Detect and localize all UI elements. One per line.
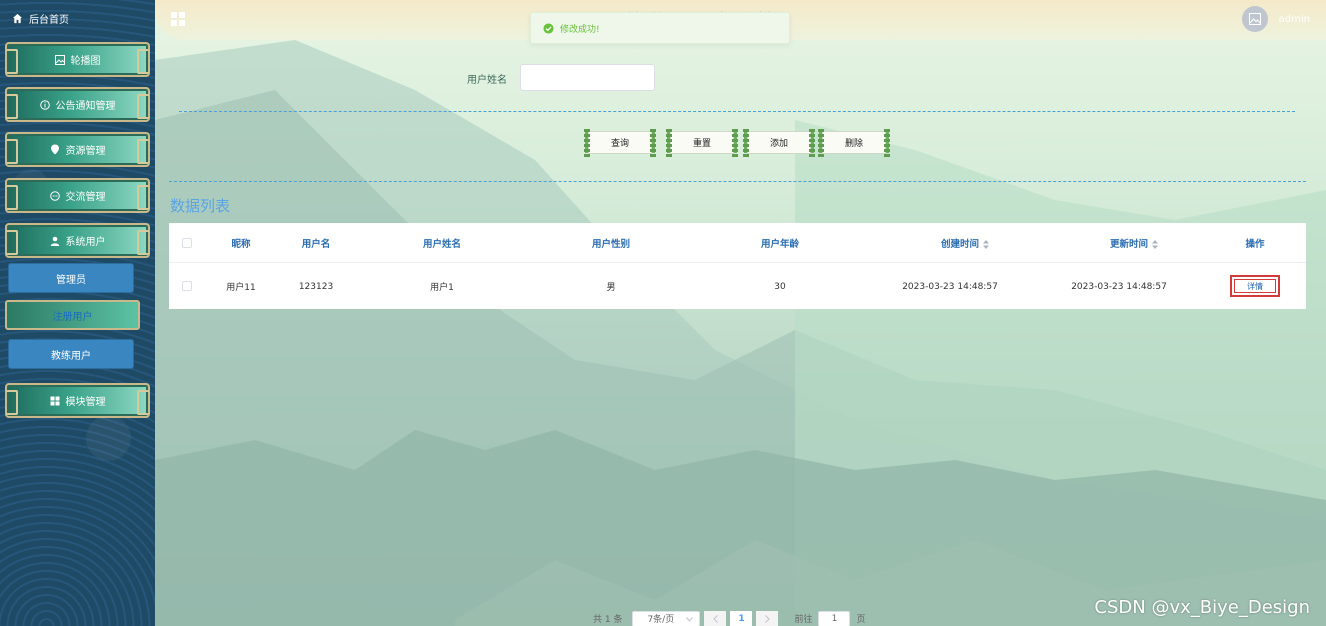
menu-exchange[interactable]: 交流管理 (5, 178, 150, 213)
home-link[interactable]: 后台首页 (12, 10, 69, 26)
search-label: 用户姓名 (467, 75, 507, 86)
sort-icon[interactable] (983, 239, 990, 249)
submenu-registered-users[interactable]: 注册用户 (5, 300, 140, 330)
cell-nickname: 用户11 (226, 283, 256, 293)
query-button[interactable]: 查询 (584, 129, 656, 157)
menu-resources[interactable]: 资源管理 (5, 132, 150, 167)
cell-username: 123123 (298, 281, 334, 292)
column-header: 用户名 (301, 238, 331, 250)
check-circle-icon (543, 22, 554, 34)
submenu-coach-users[interactable]: 教练用户 (8, 339, 134, 369)
row-checkbox[interactable] (182, 281, 192, 291)
mountain-background (155, 40, 1326, 626)
column-header-label: 更新时间 (1110, 238, 1149, 250)
prev-page-button[interactable] (704, 610, 727, 626)
current-page[interactable]: 1 (730, 610, 753, 626)
reset-button[interactable]: 重置 (666, 129, 738, 157)
goto-page-input[interactable]: 1 (818, 610, 851, 626)
search-input[interactable] (520, 64, 655, 91)
submenu-label: 注册用户 (52, 311, 93, 323)
menu-label: 轮播图 (70, 56, 101, 67)
home-icon (12, 13, 23, 23)
avatar[interactable] (1242, 6, 1268, 32)
total-count: 共 1 条 (593, 615, 623, 625)
location-icon (50, 144, 59, 155)
select-all-checkbox[interactable] (182, 238, 192, 248)
menu-toggle-icon[interactable] (171, 12, 185, 26)
menu-modules[interactable]: 模块管理 (5, 383, 150, 418)
table-header: 昵称 用户名 用户姓名 用户性别 用户年龄 创建时间 更新时间 操作 (169, 223, 1306, 263)
column-header: 昵称 (231, 238, 251, 250)
divider (179, 111, 1295, 112)
submenu-admin[interactable]: 管理员 (8, 263, 134, 293)
submenu-label: 教练用户 (51, 350, 91, 362)
detail-button[interactable]: 详情 (1230, 275, 1280, 297)
cell-gender: 男 (606, 283, 616, 293)
user-icon (50, 236, 59, 246)
avatar-image-icon (1249, 13, 1261, 25)
cell-age: 30 (774, 281, 786, 292)
main-content: 旅游...服务系统 admin 修改成功! 用户姓名 查询 重置 添加 删除 数… (155, 0, 1326, 626)
page-size-select[interactable]: 7条/页 (632, 610, 701, 626)
submenu-label: 管理员 (56, 274, 86, 286)
success-toast: 修改成功! (530, 12, 790, 44)
menu-carousel[interactable]: 轮播图 (5, 42, 150, 77)
sort-icon[interactable] (1152, 239, 1159, 249)
chevron-down-icon (686, 616, 694, 622)
image-icon (54, 54, 65, 65)
user-name[interactable]: admin (1279, 14, 1310, 25)
data-table: 昵称 用户名 用户姓名 用户性别 用户年龄 创建时间 更新时间 操作 用户11 … (169, 223, 1306, 309)
menu-system-users[interactable]: 系统用户 (5, 223, 150, 258)
divider (169, 181, 1306, 182)
column-header: 用户年龄 (760, 238, 800, 250)
grid-icon (50, 396, 59, 405)
menu-label: 资源管理 (65, 146, 106, 157)
chat-icon (49, 190, 60, 201)
goto-label: 前往 (794, 615, 813, 625)
column-header-sortable[interactable]: 更新时间 (1110, 236, 1159, 250)
table-row: 用户11 123123 用户1 男 30 2023-03-23 14:48:57… (169, 264, 1306, 309)
menu-label: 系统用户 (65, 237, 106, 248)
menu-label: 模块管理 (65, 397, 106, 408)
info-icon (39, 99, 50, 110)
column-header: 用户姓名 (422, 238, 462, 250)
next-page-button[interactable] (756, 610, 779, 626)
add-button[interactable]: 添加 (743, 129, 815, 157)
menu-label: 交流管理 (65, 192, 106, 203)
menu-label: 公告通知管理 (55, 101, 116, 112)
watermark: CSDN @vx_Biye_Design (1094, 597, 1310, 618)
column-header-sortable[interactable]: 创建时间 (941, 236, 990, 250)
toast-message: 修改成功! (560, 24, 600, 35)
chevron-right-icon (765, 614, 770, 623)
sidebar: 后台首页 轮播图 公告通知管理 资源管理 交流管理 系统用户 管理员 注册用户 … (0, 0, 155, 626)
delete-button[interactable]: 删除 (818, 129, 890, 157)
cell-realname: 用户1 (430, 283, 454, 293)
cell-updated: 2023-03-23 14:48:57 (1071, 281, 1167, 292)
pagination: 共 1 条 7条/页 1 前往 1 页 (593, 610, 866, 626)
column-header: 用户性别 (591, 238, 631, 250)
list-title: 数据列表 (170, 197, 231, 215)
page-size-value: 7条/页 (647, 615, 675, 625)
column-header: 操作 (1245, 238, 1265, 250)
home-label: 后台首页 (29, 14, 69, 26)
chevron-left-icon (713, 614, 718, 623)
column-header-label: 创建时间 (941, 238, 980, 250)
cell-created: 2023-03-23 14:48:57 (902, 281, 998, 292)
page-unit: 页 (856, 615, 866, 625)
menu-announcement[interactable]: 公告通知管理 (5, 87, 150, 122)
